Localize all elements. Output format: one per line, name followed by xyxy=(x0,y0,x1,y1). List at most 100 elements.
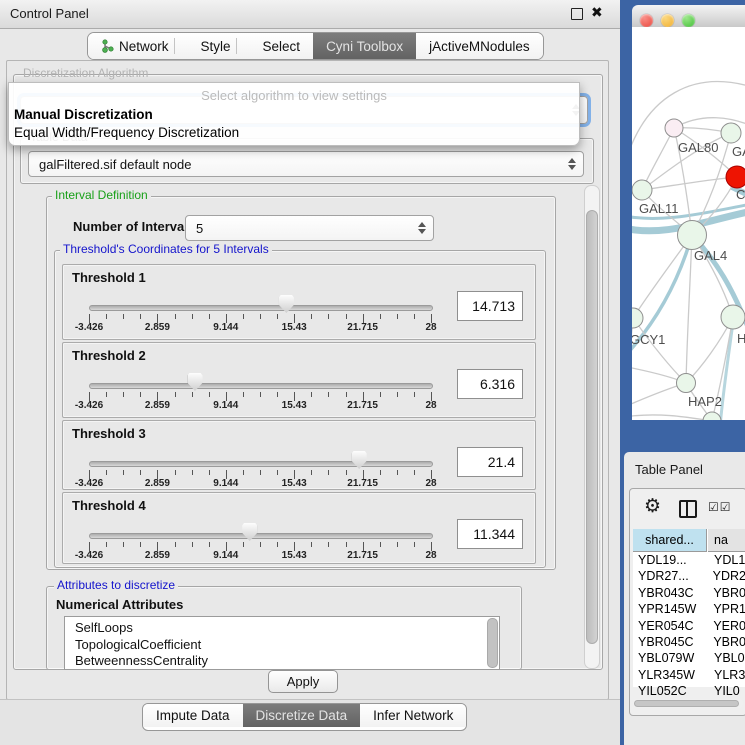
control-panel-tabbar: Network Style Select Cyni Toolbox jActiv… xyxy=(87,32,544,60)
column-header-shared-name[interactable]: shared... xyxy=(633,529,707,552)
network-node[interactable] xyxy=(703,412,721,420)
algorithm-placeholder: Select algorithm to view settings xyxy=(9,88,579,103)
tick-label: -3.426 xyxy=(75,550,103,561)
cell-name: YBR0 xyxy=(706,635,745,651)
network-node[interactable] xyxy=(665,119,683,137)
slider-track[interactable] xyxy=(89,383,433,389)
number-of-intervals-label: Number of Intervals xyxy=(73,219,195,234)
list-scrollbar[interactable] xyxy=(487,618,498,668)
close-icon[interactable]: ✖ xyxy=(591,4,603,21)
threshold-1-panel: Threshold 1-3.4262.8599.14415.4321.71528… xyxy=(62,264,536,340)
attribute-list-item[interactable]: SelfLoops xyxy=(75,620,133,635)
tab-style[interactable]: Style xyxy=(188,33,250,59)
threshold-value-field[interactable]: 21.4 xyxy=(457,447,523,477)
tick-label: 28 xyxy=(425,400,436,411)
tick-label: 28 xyxy=(425,550,436,561)
network-edge[interactable] xyxy=(686,235,692,383)
tab-style-label: Style xyxy=(201,39,231,54)
slider-track[interactable] xyxy=(89,461,433,467)
zoom-traffic-light-icon[interactable] xyxy=(682,14,695,27)
threshold-label: Threshold 3 xyxy=(72,426,146,441)
panel-scrollbar-thumb[interactable] xyxy=(586,210,598,644)
network-node[interactable] xyxy=(632,180,652,200)
table-data-combobox[interactable]: galFiltered.sif default node xyxy=(28,151,584,177)
table-data-combobox-value: galFiltered.sif default node xyxy=(29,157,564,172)
network-edge[interactable] xyxy=(632,415,712,420)
table-hscrollbar-track[interactable] xyxy=(633,699,743,708)
network-node[interactable] xyxy=(678,221,707,250)
gear-icon[interactable]: ⚙ xyxy=(644,497,661,516)
threshold-value-field[interactable]: 6.316 xyxy=(457,369,523,399)
tab-infer-network[interactable]: Infer Network xyxy=(360,704,466,727)
network-node[interactable] xyxy=(726,166,745,188)
network-node[interactable] xyxy=(677,374,696,393)
close-traffic-light-icon[interactable] xyxy=(640,14,653,27)
network-node[interactable] xyxy=(721,123,741,143)
tick-label: 21.715 xyxy=(347,478,378,489)
node-table[interactable]: shared... na YDL19...YDL1YDR27...YDR2YBR… xyxy=(633,529,745,687)
tick-label: 9.144 xyxy=(213,400,238,411)
attribute-list-item[interactable]: TopologicalCoefficient xyxy=(75,637,201,652)
tick-label: 21.715 xyxy=(347,400,378,411)
tick-label: 28 xyxy=(425,478,436,489)
column-header-name[interactable]: na xyxy=(708,529,745,552)
node-label: C xyxy=(736,187,745,202)
tick-label: 9.144 xyxy=(213,550,238,561)
attribute-list-item[interactable]: BetweennessCentrality xyxy=(75,653,208,668)
tick-label: 15.43 xyxy=(282,550,307,561)
split-columns-icon[interactable] xyxy=(679,500,697,518)
slider-track[interactable] xyxy=(89,533,433,539)
network-node[interactable] xyxy=(632,308,643,328)
tab-select[interactable]: Select xyxy=(250,33,314,59)
table-row[interactable]: YER054CYER0 xyxy=(633,619,745,635)
tab-jactivemnodules[interactable]: jActiveMNodules xyxy=(416,33,543,59)
float-window-icon[interactable] xyxy=(571,8,583,20)
threshold-value-field[interactable]: 11.344 xyxy=(457,519,523,549)
combo-arrows-icon xyxy=(414,222,430,234)
node-label: GAL11 xyxy=(639,201,679,216)
network-view-canvas[interactable]: GAL80GACGAL11GAL4GCY1HHAP2 xyxy=(632,27,745,420)
network-node[interactable] xyxy=(721,305,745,329)
apply-button[interactable]: Apply xyxy=(268,670,338,693)
cell-shared-name: YPR145W xyxy=(633,602,706,618)
table-row[interactable]: YBR043CYBR0 xyxy=(633,586,745,602)
cell-name: YDL1 xyxy=(707,553,745,569)
table-row[interactable]: YLR345WYLR3 xyxy=(633,668,745,684)
tab-impute-data[interactable]: Impute Data xyxy=(143,704,243,727)
popup-option-equal-width-frequency[interactable]: Equal Width/Frequency Discretization xyxy=(14,125,239,140)
tick-label: 9.144 xyxy=(213,478,238,489)
table-row[interactable]: YDL19...YDL1 xyxy=(633,553,745,569)
tab-network[interactable]: Network xyxy=(88,33,188,59)
select-columns-icons[interactable]: ☑☑ xyxy=(708,500,732,514)
table-row[interactable]: YBL079WYBL0 xyxy=(633,651,745,667)
table-hscrollbar-thumb[interactable] xyxy=(634,700,739,707)
node-label: H xyxy=(737,331,745,346)
tab-jactivemnodules-label: jActiveMNodules xyxy=(429,39,530,54)
cell-name: YBR0 xyxy=(706,586,745,602)
tick-label: -3.426 xyxy=(75,400,103,411)
table-row[interactable]: YPR145WYPR1 xyxy=(633,602,745,618)
threshold-value-field[interactable]: 14.713 xyxy=(457,291,523,321)
tab-discretize-data[interactable]: Discretize Data xyxy=(243,704,361,727)
node-label: GA xyxy=(732,144,745,159)
number-of-intervals-combobox[interactable]: 5 xyxy=(185,215,434,241)
network-window-titlebar xyxy=(632,5,745,28)
threshold-label: Threshold 2 xyxy=(72,348,146,363)
popup-option-manual-discretization[interactable]: Manual Discretization xyxy=(14,107,153,122)
tick-label: 28 xyxy=(425,322,436,333)
threshold-label: Threshold 4 xyxy=(72,498,146,513)
cell-shared-name: YLR345W xyxy=(633,668,707,684)
table-row[interactable]: YBR045CYBR0 xyxy=(633,635,745,651)
slider-track[interactable] xyxy=(89,305,433,311)
tab-cyni-toolbox[interactable]: Cyni Toolbox xyxy=(313,33,416,59)
table-row[interactable]: YDR27...YDR2 xyxy=(633,569,745,585)
cell-shared-name: YBR045C xyxy=(633,635,706,651)
cell-shared-name: YBR043C xyxy=(633,586,706,602)
tick-label: 15.43 xyxy=(282,322,307,333)
minimize-traffic-light-icon[interactable] xyxy=(661,14,674,27)
numerical-attributes-list[interactable]: SelfLoops TopologicalCoefficientBetweenne… xyxy=(64,616,500,670)
panel-scrollbar-track[interactable] xyxy=(584,185,600,669)
network-edge[interactable] xyxy=(633,318,686,383)
cell-name: YBL0 xyxy=(707,651,745,667)
interval-definition-group-title: Interval Definition xyxy=(52,189,151,202)
